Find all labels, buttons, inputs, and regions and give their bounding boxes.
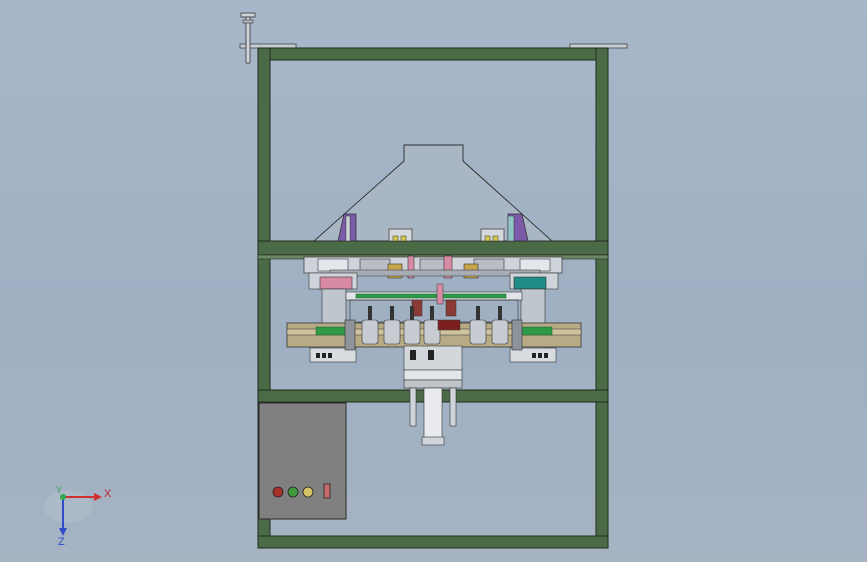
cad-viewport[interactable]: X Y Z (0, 0, 867, 562)
red-indicator[interactable] (272, 486, 284, 498)
coordinate-triad: X Y Z (44, 485, 112, 548)
yellow-indicator[interactable] (302, 486, 314, 498)
suction-cylinders[interactable] (361, 306, 509, 345)
green-indicator[interactable] (287, 486, 299, 498)
z-axis-label: Z (58, 536, 65, 548)
y-axis-label: Y (56, 485, 62, 495)
x-axis-label: X (104, 488, 112, 500)
hood-bracket-right (480, 228, 505, 242)
power-switch[interactable] (323, 483, 331, 499)
eye-bolt-icon (240, 12, 256, 64)
assembly-drawing[interactable]: X Y Z (0, 0, 867, 562)
control-box-body (258, 402, 347, 520)
control-box[interactable] (258, 402, 347, 520)
top-plate-right (569, 43, 628, 49)
lower-actuator[interactable] (403, 345, 463, 446)
hood-bracket-left (388, 228, 413, 242)
